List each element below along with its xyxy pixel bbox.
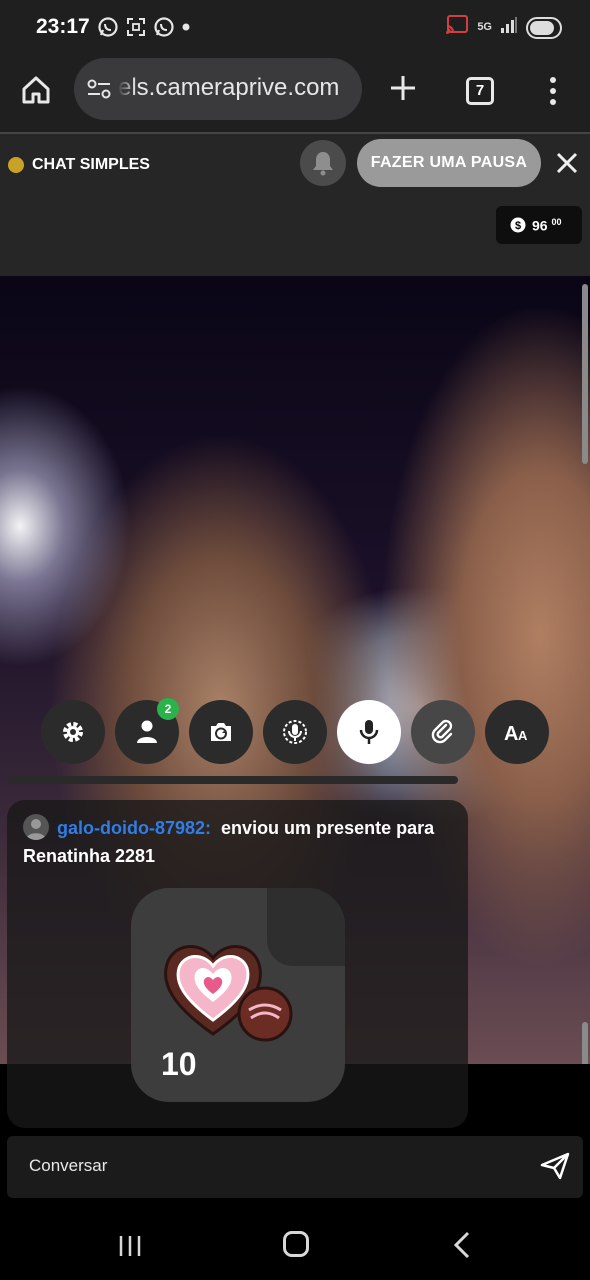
cast-icon: [445, 14, 469, 41]
chat-input-placeholder[interactable]: Conversar: [29, 1156, 107, 1176]
mic-off-icon: [283, 720, 307, 744]
recents-icon: [119, 1236, 141, 1256]
user-icon: [137, 720, 157, 743]
gift-card: 10: [131, 888, 345, 1102]
network-type: 5G: [477, 21, 492, 33]
chat-mode[interactable]: CHAT SIMPLES: [8, 156, 150, 174]
status-time: 23:17: [36, 15, 90, 38]
coin-icon: $: [510, 217, 526, 233]
home-icon: [22, 76, 50, 104]
camera-switch-icon: [211, 723, 231, 741]
address-bar[interactable]: els.cameraprive.com: [74, 58, 362, 120]
chocolate-heart-icon: [164, 945, 293, 1042]
gift-count: 10: [161, 1046, 197, 1082]
dot-icon: [181, 22, 191, 32]
viewers-button[interactable]: 2: [115, 698, 179, 764]
chat-username[interactable]: galo-doido-87982:: [57, 818, 211, 838]
pause-button[interactable]: FAZER UMA PAUSA: [357, 139, 541, 187]
chat-mode-label: CHAT SIMPLES: [32, 156, 150, 173]
broadcast-controls: 2 AA: [41, 698, 549, 764]
font-size-icon: AA: [504, 723, 528, 744]
site-settings-icon[interactable]: [86, 78, 112, 100]
recents-button[interactable]: [117, 1233, 143, 1264]
balance-amount: 96 00: [532, 217, 561, 234]
plus-icon: [391, 76, 415, 100]
send-icon: [540, 1152, 570, 1180]
balance-value: 96: [532, 217, 548, 234]
chat-panel: galo-doido-87982: enviou um presente par…: [7, 800, 468, 1128]
whatsapp-icon: [153, 16, 175, 38]
user-avatar-icon: [26, 819, 46, 840]
home-nav-button[interactable]: [283, 1231, 309, 1257]
avatar: [23, 814, 49, 840]
tab-switcher-button[interactable]: 7: [466, 77, 494, 105]
battery-icon: [526, 16, 562, 39]
broadcast-header: CHAT SIMPLES FAZER UMA PAUSA $ 96 00: [0, 132, 590, 276]
system-icons: 5G: [445, 14, 562, 41]
notifications-button[interactable]: [300, 140, 346, 186]
new-tab-button[interactable]: [387, 72, 419, 104]
svg-text:A: A: [518, 728, 528, 743]
system-nav-bar: [0, 1206, 590, 1280]
more-vert-icon: [550, 77, 556, 105]
scrollbar-thumb[interactable]: [582, 284, 588, 464]
audio-effects-button[interactable]: [263, 700, 327, 764]
close-icon: [556, 152, 578, 174]
back-button[interactable]: [452, 1231, 472, 1264]
notification-icons: [97, 16, 191, 38]
browser-menu-button[interactable]: [545, 74, 561, 108]
settings-button[interactable]: [41, 700, 105, 764]
close-button[interactable]: [554, 150, 580, 176]
screenshot-icon: [125, 16, 147, 38]
font-size-button[interactable]: AA: [485, 700, 549, 764]
gear-icon: [63, 722, 83, 742]
link-icon: [431, 719, 453, 744]
signal-icon: [500, 16, 518, 39]
url-text[interactable]: els.cameraprive.com: [118, 74, 354, 102]
svg-text:A: A: [504, 723, 518, 744]
panel-divider: [8, 776, 458, 784]
scrollbar-thumb-lower[interactable]: [582, 1022, 588, 1064]
viewers-badge: 2: [157, 698, 179, 720]
status-bar: 23:17 5G: [0, 0, 590, 52]
chat-input[interactable]: Conversar: [7, 1136, 583, 1198]
whatsapp-icon: [97, 16, 119, 38]
balance-cents: 00: [551, 216, 562, 227]
switch-camera-button[interactable]: [189, 700, 253, 764]
send-button[interactable]: [540, 1152, 570, 1185]
attach-link-button[interactable]: [411, 700, 475, 764]
svg-text:$: $: [515, 220, 521, 232]
browser-home-button[interactable]: [20, 74, 52, 106]
status-dot: [8, 157, 24, 173]
chat-message: galo-doido-87982: enviou um presente par…: [23, 814, 453, 870]
browser-toolbar: els.cameraprive.com 7: [0, 52, 590, 132]
bell-icon: [313, 152, 333, 176]
microphone-button[interactable]: [337, 700, 401, 764]
mic-icon: [359, 720, 379, 744]
chevron-left-icon: [453, 1231, 470, 1259]
credit-balance: $ 96 00: [496, 206, 582, 244]
